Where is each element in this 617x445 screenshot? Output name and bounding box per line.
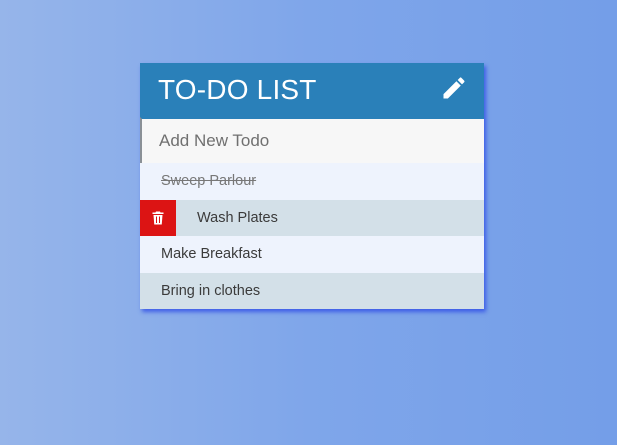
todo-header: TO-DO LIST xyxy=(140,63,484,117)
page-title: TO-DO LIST xyxy=(158,74,317,105)
todo-list: Sweep Parlour Wash Plates Make Breakfast… xyxy=(140,163,484,309)
pencil-icon xyxy=(443,77,465,99)
todo-item[interactable]: Wash Plates xyxy=(140,199,484,236)
todo-text: Bring in clothes xyxy=(161,282,261,299)
todo-item[interactable]: Make Breakfast xyxy=(140,236,484,273)
toggle-input-button[interactable] xyxy=(440,74,468,102)
delete-button[interactable] xyxy=(140,199,176,236)
todo-item[interactable]: Bring in clothes xyxy=(140,272,484,309)
new-todo-input[interactable] xyxy=(140,117,484,163)
todo-card: TO-DO LIST Sweep Parlour Wash Plates Mak… xyxy=(140,63,484,309)
todo-item[interactable]: Sweep Parlour xyxy=(140,163,484,200)
todo-text: Wash Plates xyxy=(197,209,278,226)
todo-text: Sweep Parlour xyxy=(161,173,257,189)
trash-icon xyxy=(152,211,164,225)
todo-text: Make Breakfast xyxy=(161,246,262,262)
